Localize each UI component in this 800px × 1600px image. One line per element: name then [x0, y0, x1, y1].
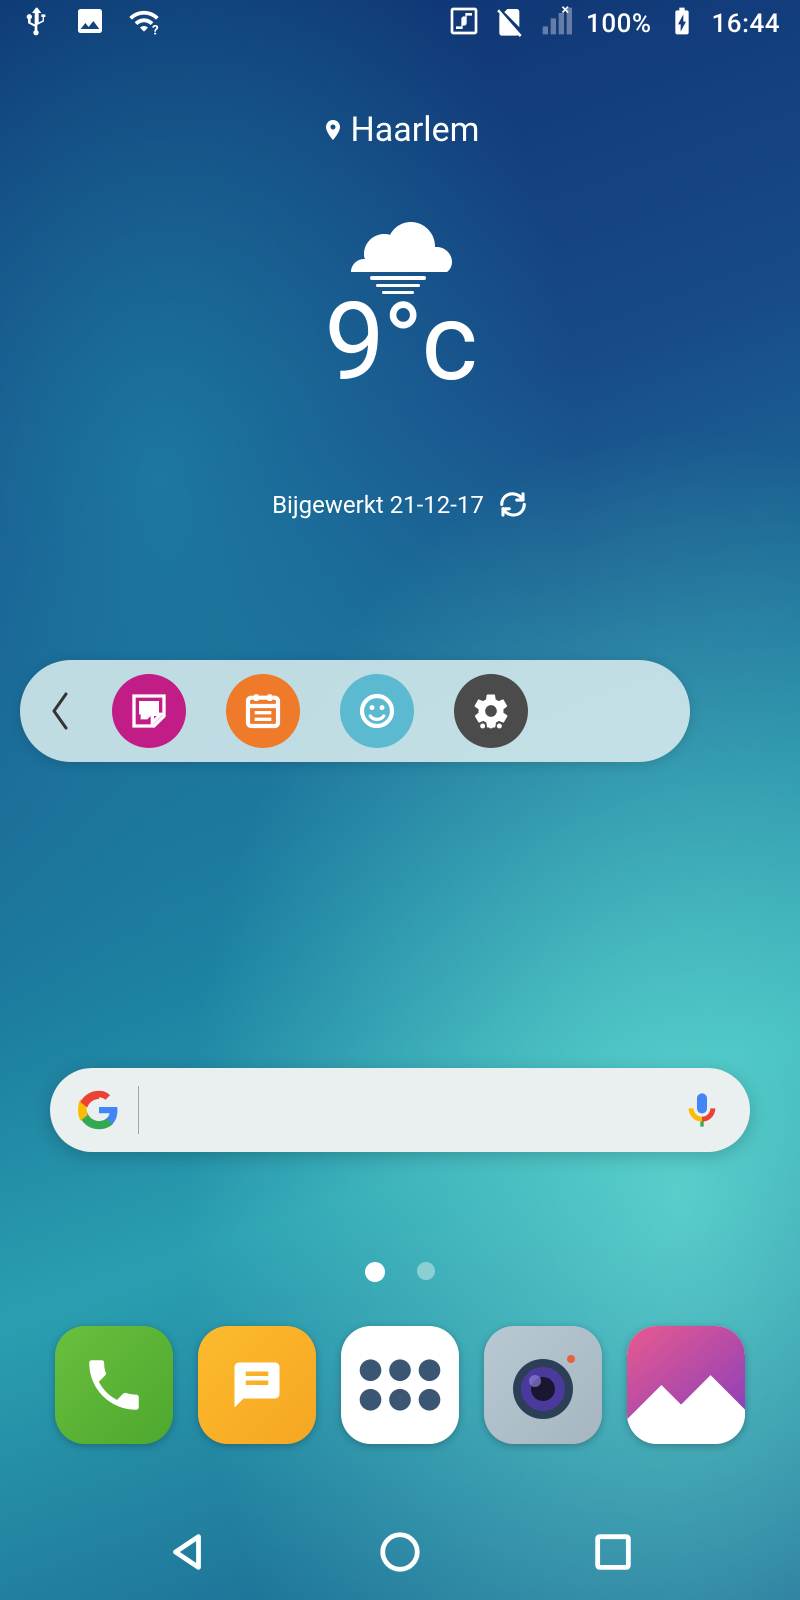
signal-icon: × — [540, 5, 572, 44]
gallery-icon — [627, 1326, 745, 1444]
gallery-app[interactable] — [627, 1326, 745, 1444]
memo-icon — [129, 691, 169, 731]
battery-charging-icon — [666, 5, 698, 44]
weather-updated[interactable]: Bijgewerkt 21-12-17 — [272, 490, 528, 520]
image-icon — [74, 5, 106, 44]
face-icon — [357, 691, 397, 731]
weather-condition-icon — [340, 206, 460, 286]
recents-button[interactable] — [590, 1529, 636, 1579]
page-dot-active[interactable] — [365, 1262, 385, 1282]
camera-icon — [495, 1337, 591, 1433]
battery-percentage: 100% — [586, 9, 651, 39]
dock — [0, 1326, 800, 1444]
memo-shortcut[interactable] — [112, 674, 186, 748]
updated-text: Bijgewerkt 21-12-17 — [272, 491, 484, 519]
location-pin-icon — [321, 116, 345, 144]
usb-icon — [20, 5, 52, 44]
status-bar: ? × 100% 16:44 — [0, 0, 800, 48]
calendar-icon — [243, 691, 283, 731]
search-divider — [138, 1086, 139, 1134]
page-dot[interactable] — [417, 1262, 435, 1280]
chevron-left-icon[interactable] — [48, 690, 72, 732]
wifi-icon: ? — [128, 5, 160, 44]
google-logo-icon — [78, 1089, 120, 1131]
google-search-bar[interactable] — [50, 1068, 750, 1152]
phone-app[interactable] — [55, 1326, 173, 1444]
temperature: 9°c — [0, 280, 800, 406]
app-drawer[interactable] — [341, 1326, 459, 1444]
navigation-bar — [0, 1508, 800, 1600]
no-sim-icon — [494, 5, 526, 44]
messages-app[interactable] — [198, 1326, 316, 1444]
message-icon — [226, 1358, 288, 1412]
refresh-icon[interactable] — [498, 490, 528, 520]
voice-search-icon[interactable] — [682, 1090, 722, 1130]
settings-shortcut[interactable] — [454, 674, 528, 748]
svg-text:×: × — [561, 5, 569, 18]
weather-widget[interactable]: Haarlem 9°c Bijgewerkt 21-12-17 — [0, 110, 800, 520]
location-text: Haarlem — [351, 110, 480, 150]
weather-location: Haarlem — [321, 110, 480, 150]
svg-text:?: ? — [152, 23, 159, 37]
gear-icon — [471, 691, 511, 731]
camera-app[interactable] — [484, 1326, 602, 1444]
phone-icon — [81, 1352, 147, 1418]
clock: 16:44 — [712, 9, 780, 39]
smart-doctor-shortcut[interactable] — [340, 674, 414, 748]
back-button[interactable] — [164, 1529, 210, 1579]
apps-icon — [341, 1326, 459, 1444]
smart-bulletin-widget[interactable] — [20, 660, 690, 762]
page-indicator[interactable] — [0, 1262, 800, 1282]
home-button[interactable] — [377, 1529, 423, 1579]
nfc-icon — [448, 5, 480, 44]
calendar-shortcut[interactable] — [226, 674, 300, 748]
